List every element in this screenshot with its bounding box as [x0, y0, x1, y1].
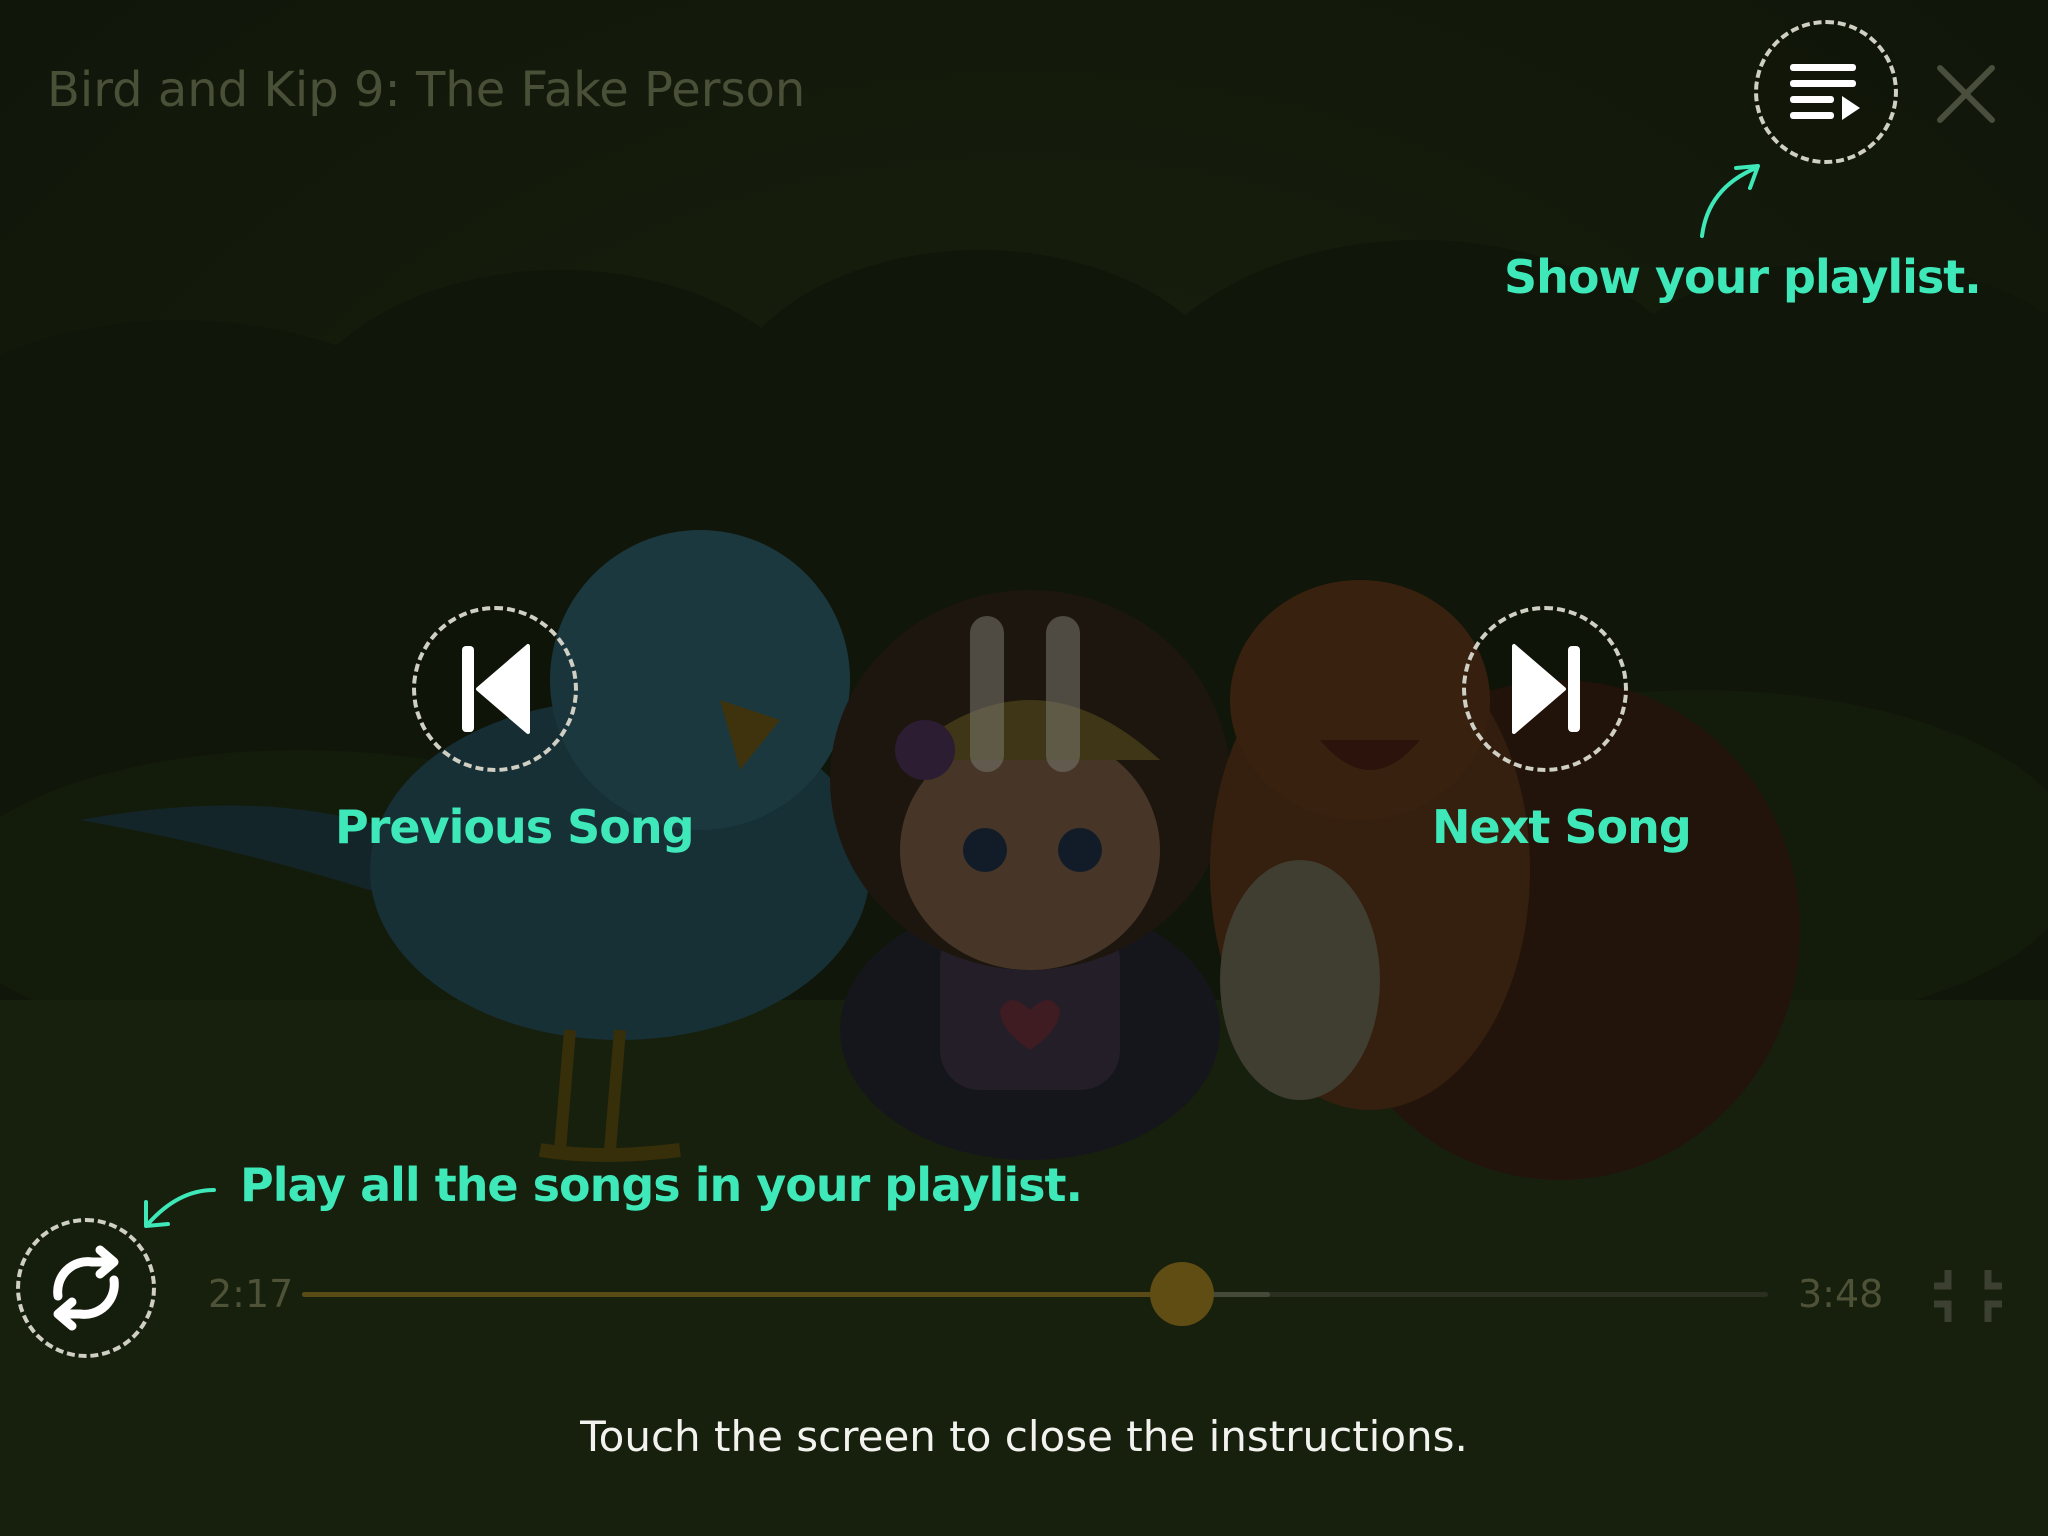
video-title: Bird and Kip 9: The Fake Person — [47, 62, 806, 118]
close-instructions-text: Touch the screen to close the instructio… — [580, 1412, 1468, 1461]
skip-next-icon — [1512, 644, 1580, 734]
previous-song-button[interactable] — [412, 606, 578, 772]
pause-bar-right — [1046, 616, 1080, 772]
play-all-hint-label: Play all the songs in your playlist. — [240, 1158, 1083, 1212]
close-icon[interactable] — [1934, 62, 1998, 126]
next-song-button[interactable] — [1462, 606, 1628, 772]
repeat-playlist-button[interactable] — [16, 1218, 156, 1358]
skip-previous-icon — [462, 644, 530, 734]
playlist-button[interactable] — [1754, 20, 1898, 164]
progress-fill — [302, 1292, 1182, 1297]
exit-fullscreen-icon[interactable] — [1932, 1266, 2004, 1326]
duration: 3:48 — [1798, 1272, 1884, 1316]
previous-song-hint-label: Previous Song — [335, 800, 695, 854]
current-time: 2:17 — [208, 1272, 294, 1316]
playlist-hint-arrow — [1700, 164, 1760, 238]
repeat-icon — [53, 1245, 119, 1331]
playlist-hint-label: Show your playlist. — [1504, 250, 1982, 304]
playlist-icon — [1790, 64, 1860, 120]
progress-thumb[interactable] — [1149, 1262, 1214, 1326]
pause-bar-left — [970, 616, 1004, 772]
pause-icon[interactable] — [960, 610, 1080, 780]
next-song-hint-label: Next Song — [1432, 800, 1692, 854]
video-player[interactable]: Bird and Kip 9: The Fake Person Show you… — [0, 0, 2048, 1536]
